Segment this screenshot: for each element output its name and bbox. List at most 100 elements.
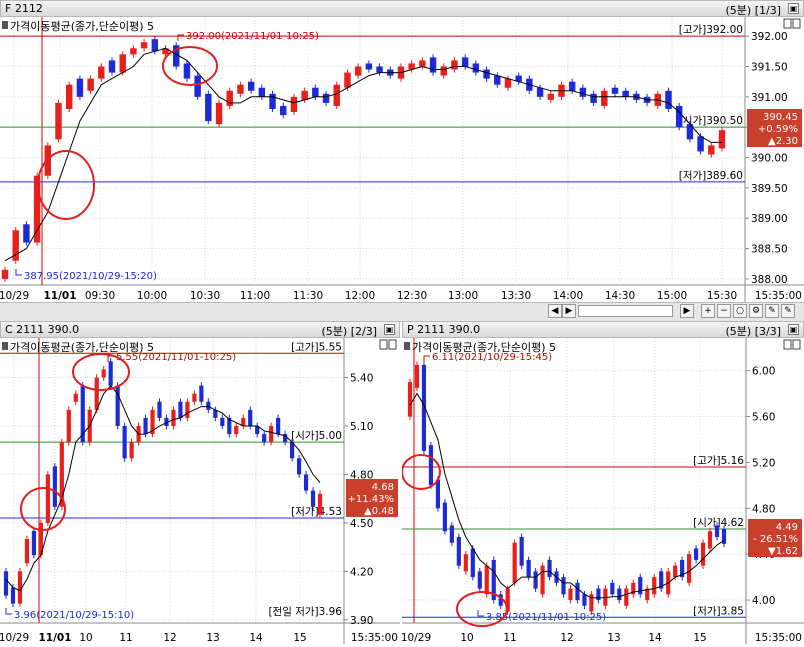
x-tick-label: 10/29: [402, 632, 431, 644]
panel-p-titlebar[interactable]: P 2111 390.0 (5분) [3/3] ▣: [402, 321, 804, 338]
candle-body: [675, 105, 683, 128]
legend-swatch: [404, 342, 410, 350]
candle-body: [10, 587, 16, 604]
candle-body: [354, 66, 362, 76]
high-label: [고가]5.16: [693, 455, 744, 467]
candle-body: [87, 78, 94, 91]
y-tick-label: 4.20: [350, 566, 373, 578]
tool-icon-2[interactable]: ✎: [781, 304, 795, 318]
y-tick-label: 391.00: [751, 92, 788, 104]
candle-body: [451, 60, 458, 70]
candle-body: [94, 377, 99, 410]
panel-c-titlebar[interactable]: C 2111 390.0 (5분) [2/3] ▣: [0, 321, 400, 338]
y-tick-label: 389.00: [751, 213, 788, 225]
candle-body: [220, 417, 225, 426]
y-tick-label: 391.50: [751, 61, 788, 73]
candle-body: [700, 542, 706, 566]
maximize-icon[interactable]: ▣: [788, 3, 799, 14]
candle-body: [55, 102, 62, 140]
candle-body: [262, 434, 267, 443]
candlestick-chart-f: 392.00391.50391.00390.50390.00389.50389.…: [0, 17, 804, 302]
zoom-fit-icon[interactable]: ○: [733, 304, 747, 318]
badge-pct: +0.59%: [758, 124, 798, 135]
y-tick-label: 5.10: [350, 421, 373, 433]
x-tick-label: 10:00: [137, 290, 167, 302]
candle-body: [178, 401, 183, 418]
tool-icon[interactable]: ✎: [765, 304, 779, 318]
candle-body: [463, 554, 468, 572]
candle-body: [596, 588, 601, 601]
panel-f-titlebar[interactable]: F 2112 (5분) [1/3] ▣: [0, 0, 804, 17]
max-annotation: 5.55(2021/11/01-10:25): [116, 352, 236, 363]
maximize-icon[interactable]: ▣: [384, 324, 395, 335]
x-tick-label: 13:30: [501, 290, 531, 302]
zoom-in-icon[interactable]: +: [701, 304, 715, 318]
candle-body: [247, 81, 255, 91]
candle-body: [687, 554, 692, 583]
scrollbar-track[interactable]: [578, 305, 673, 317]
candle-body: [575, 582, 580, 601]
badge-pct: +11.43%: [347, 494, 394, 505]
candle-body: [151, 39, 159, 52]
low-label: [저가]4.53: [291, 506, 342, 518]
candle-body: [234, 425, 239, 435]
x-tick-label: 15:35:00: [755, 290, 802, 302]
panel-f-chart: 392.00391.50391.00390.50390.00389.50389.…: [0, 17, 804, 302]
candle-body: [258, 87, 266, 97]
y-tick-label: 5.20: [752, 457, 775, 469]
scroll-end-button[interactable]: ▶: [680, 304, 694, 318]
x-tick-label: 13:00: [448, 290, 478, 302]
candle-body: [23, 224, 30, 243]
candle-body: [108, 361, 113, 386]
badge-pct: - 26.51%: [753, 534, 798, 545]
high-label: [고가]392.00: [679, 24, 743, 36]
candle-body: [638, 577, 643, 595]
candle-body: [192, 393, 197, 402]
candle-body: [449, 525, 454, 543]
y-tick-label: 388.50: [751, 244, 788, 256]
x-tick-label: 12:30: [397, 290, 427, 302]
badge-chg: ▲2.30: [768, 136, 798, 147]
candle-body: [504, 78, 512, 88]
panel-p-interval: (5분) [3/3]: [725, 325, 781, 338]
scroll-right-button[interactable]: ▶: [562, 304, 576, 318]
zoom-out-icon[interactable]: −: [717, 304, 731, 318]
panel-f-title: F 2112: [5, 2, 43, 15]
candle-body: [697, 136, 704, 152]
candle-body: [98, 66, 105, 79]
candle-body: [157, 401, 162, 418]
candle-body: [45, 474, 50, 523]
x-tick-label: 14: [648, 632, 662, 644]
candle-body: [122, 425, 127, 459]
x-tick-label: 10: [460, 632, 473, 644]
candle-body: [237, 84, 244, 94]
scroll-left-button[interactable]: ◀: [548, 304, 562, 318]
candle-body: [73, 393, 78, 402]
candle-body: [101, 369, 106, 378]
candle-body: [718, 130, 726, 149]
x-tick-label: 10/29: [0, 290, 29, 302]
candle-body: [540, 565, 545, 595]
candle-body: [108, 60, 116, 73]
candle-body: [269, 425, 274, 443]
badge-price: 390.45: [763, 112, 798, 123]
settings-icon[interactable]: ⚙: [749, 304, 763, 318]
candle-body: [456, 536, 461, 566]
indicator-label: 가격이동평균(종가,단순이평) 5: [10, 20, 154, 33]
x-tick-label: 12:00: [345, 290, 375, 302]
candlestick-chart-c: 5.405.104.804.504.203.9010/29 11/01 10 11 12…: [0, 338, 400, 644]
y-tick-label: 389.50: [751, 183, 788, 195]
x-tick-label: 14:00: [553, 290, 583, 302]
candle-body: [312, 87, 319, 97]
candle-body: [494, 75, 501, 85]
candle-body: [707, 531, 713, 549]
candle-body: [183, 63, 191, 79]
candle-body: [407, 382, 413, 417]
panel-p-title: P 2111 390.0: [407, 323, 481, 336]
maximize-icon[interactable]: ▣: [788, 324, 799, 335]
candle-body: [206, 401, 211, 410]
candle-body: [533, 571, 538, 589]
candle-body: [561, 577, 566, 595]
candle-body: [130, 48, 137, 55]
candle-body: [547, 93, 554, 100]
